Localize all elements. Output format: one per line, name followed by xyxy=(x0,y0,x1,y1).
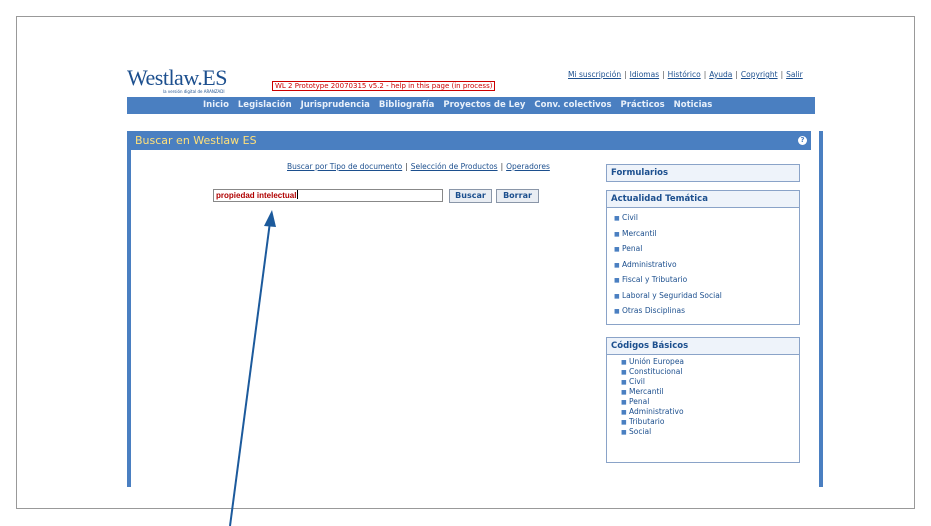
arrow-shaft xyxy=(229,221,271,526)
annotation-arrow xyxy=(229,210,276,526)
arrow-head xyxy=(264,210,276,227)
